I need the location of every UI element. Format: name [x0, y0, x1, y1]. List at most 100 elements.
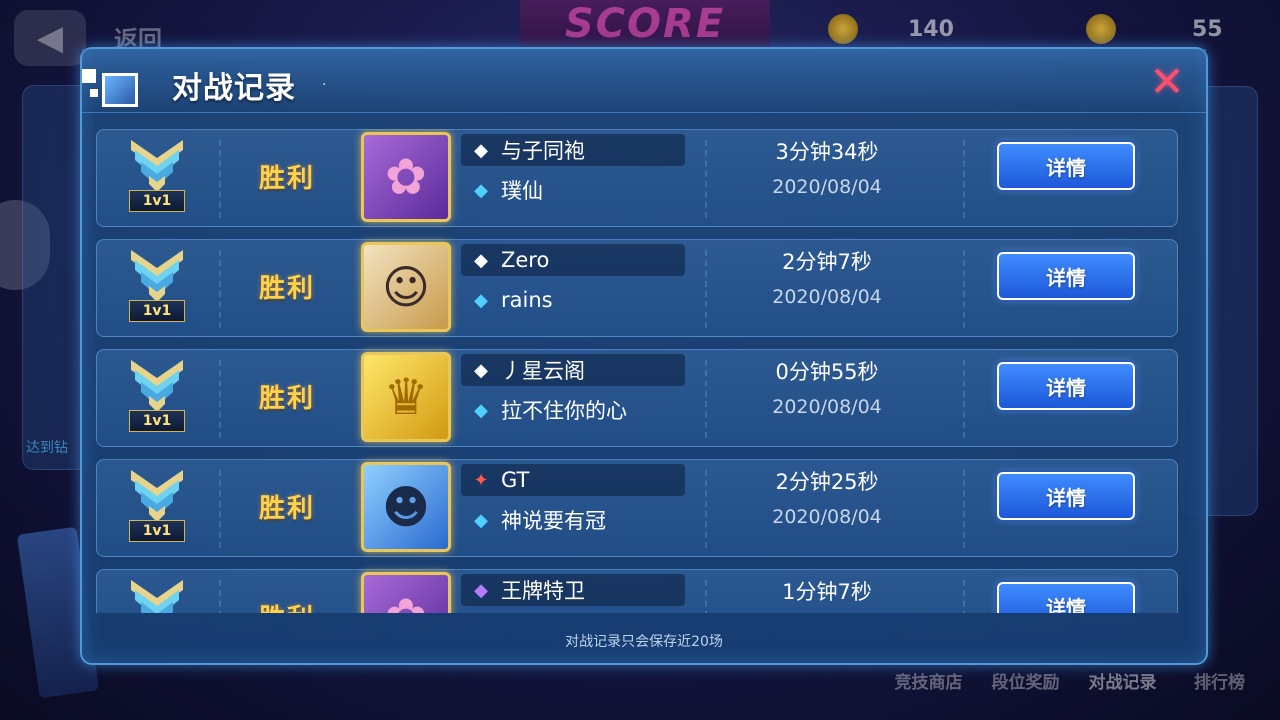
- divider: [963, 360, 965, 438]
- player-name-row: ◆ 与子同袍: [461, 134, 685, 166]
- detail-button[interactable]: 详情: [997, 472, 1135, 520]
- bottom-nav: 竞技商店 段位奖励 对战记录 排行榜: [880, 668, 1280, 708]
- result-text: 胜利: [259, 494, 316, 524]
- server-row: ◆ 拉不住你的心: [461, 394, 685, 426]
- divider: [705, 140, 707, 218]
- player-avatar[interactable]: ✿: [361, 572, 451, 613]
- divider: [705, 580, 707, 613]
- close-icon: ✕: [1149, 57, 1185, 106]
- anime-girl-avatar-icon: ☺: [382, 260, 430, 314]
- divider: [219, 140, 221, 218]
- detail-button[interactable]: 详情: [997, 362, 1135, 410]
- match-date: 2020/08/04: [772, 506, 882, 528]
- nav-rank-rewards[interactable]: 段位奖励: [977, 668, 1074, 708]
- record-list[interactable]: 1v1 胜利 ✿ ◆ 与子同袍 ◆ 璞仙 3分钟34秒 2020/08/04 详…: [96, 129, 1178, 613]
- currency-a-amount: 140: [908, 16, 954, 42]
- divider: [963, 250, 965, 328]
- rose-avatar-icon: ✿: [364, 575, 448, 613]
- rank-badge-icon: 1v1: [127, 354, 187, 432]
- player-name: 王牌特卫: [501, 579, 585, 603]
- coin-icon: [828, 14, 858, 44]
- result-text: 胜利: [259, 384, 316, 414]
- medal-icon: [1086, 14, 1116, 44]
- rank-badge-icon: [127, 574, 187, 613]
- server-row: ◆ 神说要有冠: [461, 504, 685, 536]
- close-button[interactable]: ✕: [1146, 61, 1188, 103]
- rank-badge-icon: 1v1: [127, 464, 187, 542]
- nav-arena-shop[interactable]: 竞技商店: [880, 668, 977, 708]
- back-arrow-icon: ◀: [36, 18, 64, 58]
- divider: [219, 360, 221, 438]
- server-row: ◆ 璞仙: [461, 174, 685, 206]
- divider: [705, 360, 707, 438]
- server-gem-icon: ◆: [474, 179, 488, 201]
- currency-b: 55: [1086, 12, 1223, 46]
- divider: [963, 470, 965, 548]
- server-name: 拉不住你的心: [501, 399, 627, 423]
- player-avatar[interactable]: ✿: [361, 132, 451, 222]
- match-duration: 3分钟34秒: [775, 140, 879, 164]
- divider: [963, 580, 965, 613]
- result-text: 胜利: [259, 274, 316, 304]
- server-name: 璞仙: [501, 179, 543, 203]
- detail-button[interactable]: 详情: [997, 582, 1135, 613]
- player-name-row: ✦ GT: [461, 464, 685, 496]
- server-name: rains: [501, 288, 553, 312]
- rose-avatar-icon: ✿: [385, 148, 427, 206]
- player-name-row: ◆ 丿星云阁: [461, 354, 685, 386]
- back-button[interactable]: ◀: [14, 10, 86, 66]
- record-row: 1v1 胜利 ♛ ◆ 丿星云阁 ◆ 拉不住你的心 0分钟55秒 2020/08/…: [96, 349, 1178, 447]
- modal-title: 对战记录: [172, 71, 296, 106]
- match-date: 2020/08/04: [772, 286, 882, 308]
- currency-a: 140: [828, 12, 954, 46]
- result-text: 胜利: [259, 598, 315, 613]
- mode-badge: 1v1: [129, 410, 185, 432]
- mode-badge: 1v1: [129, 190, 185, 212]
- rank-badge-icon: 1v1: [127, 134, 187, 212]
- server-gem-icon: ◆: [474, 509, 488, 531]
- player-name-row: ◆ 王牌特卫: [461, 574, 685, 606]
- detail-button[interactable]: 详情: [997, 142, 1135, 190]
- match-duration: 2分钟7秒: [782, 250, 872, 274]
- player-avatar[interactable]: ♛: [361, 352, 451, 442]
- match-duration: 0分钟55秒: [775, 360, 879, 384]
- record-row: 胜利 ✿ ◆ 王牌特卫 1分钟7秒 详情: [96, 569, 1178, 613]
- server-name: 神说要有冠: [501, 509, 606, 533]
- divider: [219, 580, 221, 613]
- anime-boy-avatar-icon: ☻: [382, 480, 430, 534]
- match-date: 2020/08/04: [772, 396, 882, 418]
- player-name-row: ◆ Zero: [461, 244, 685, 276]
- mode-badge: 1v1: [129, 520, 185, 542]
- rank-diamond-icon: ◆: [474, 359, 488, 381]
- detail-button[interactable]: 详情: [997, 252, 1135, 300]
- rank-wings-icon: ✦: [473, 469, 489, 491]
- score-sign: SCORE: [520, 0, 770, 54]
- player-name: 与子同袍: [501, 139, 585, 163]
- rank-badge-icon: 1v1: [127, 244, 187, 322]
- divider: [705, 250, 707, 328]
- currency-b-amount: 55: [1192, 16, 1223, 42]
- title-dots-icon: ·: [322, 77, 327, 93]
- player-avatar[interactable]: ☻: [361, 462, 451, 552]
- battle-record-modal: 对战记录 · ✕ 1v1 胜利 ✿ ◆ 与子同袍 ◆ 璞仙 3分钟34秒 202…: [80, 47, 1208, 665]
- divider: [963, 140, 965, 218]
- server-gem-icon: ◆: [474, 399, 488, 421]
- player-avatar[interactable]: ☺: [361, 242, 451, 332]
- match-date: 2020/08/04: [772, 176, 882, 198]
- gold-emblem-avatar-icon: ♛: [383, 368, 429, 426]
- rank-diamond-icon: ◆: [474, 579, 488, 601]
- record-row: 1v1 胜利 ✿ ◆ 与子同袍 ◆ 璞仙 3分钟34秒 2020/08/04 详…: [96, 129, 1178, 227]
- rank-diamond-icon: ◆: [474, 139, 488, 161]
- player-name: Zero: [501, 248, 550, 272]
- match-duration: 2分钟25秒: [775, 470, 879, 494]
- footer-note: 对战记录只会保存近20场: [565, 634, 723, 650]
- player-name: GT: [501, 468, 530, 492]
- rank-diamond-icon: ◆: [474, 249, 488, 271]
- nav-leaderboard[interactable]: 排行榜: [1171, 668, 1268, 708]
- divider: [219, 250, 221, 328]
- divider: [705, 470, 707, 548]
- result-text: 胜利: [259, 164, 316, 194]
- nav-battle-records[interactable]: 对战记录: [1074, 668, 1171, 708]
- title-decoration-icon: [78, 61, 148, 109]
- player-name: 丿星云阁: [501, 359, 585, 383]
